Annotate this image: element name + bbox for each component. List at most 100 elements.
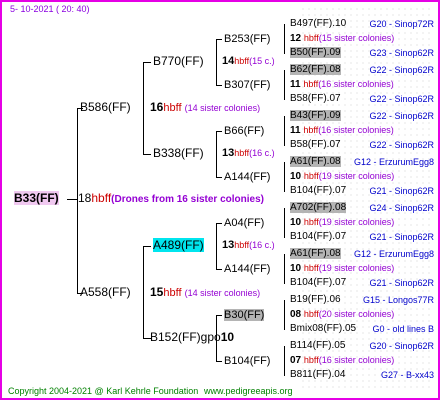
gen4-queen[interactable]: Bmix08(FF).05: [290, 322, 356, 335]
gen4-mating-num: 12: [290, 33, 304, 44]
b586-note: (14 sister colonies): [184, 103, 261, 113]
queen-b253[interactable]: B253(FF): [224, 33, 270, 46]
connector: [216, 177, 222, 178]
a558-note: (14 sister colonies): [184, 288, 261, 298]
connector: [216, 361, 222, 362]
gen4-info: G22 - Sinop62R: [369, 111, 434, 121]
gen4-info: G22 - Sinop62R: [369, 94, 434, 104]
gen4-queen-id: Bmix08(FF).05: [290, 323, 357, 334]
gen4-queen[interactable]: A61(FF).08: [290, 155, 341, 168]
queen-b30[interactable]: B30(FF): [224, 309, 265, 322]
footer-website[interactable]: www.pedigreeapis.org: [204, 385, 293, 398]
gen4-queen[interactable]: B104(FF).07: [290, 230, 346, 243]
queen-b307[interactable]: B307(FF): [224, 79, 270, 92]
gen4-mating-num: 08: [290, 309, 304, 320]
connector: [216, 131, 222, 132]
queen-a144-b[interactable]: A144(FF): [224, 263, 270, 276]
gen4-info: G21 - Sinop62R: [369, 278, 434, 288]
connector: [143, 62, 144, 154]
b152-num: 10: [220, 330, 235, 344]
queen-b152[interactable]: B152(FF)gpo10: [150, 331, 234, 344]
connector: [216, 39, 217, 85]
gen4-queen[interactable]: B104(FF).07: [290, 184, 346, 197]
gen4-mating: 10 hbff(19 sister colonies): [290, 216, 394, 229]
b152-id: B152(FF)gpo: [150, 330, 221, 344]
b586-num: 16: [150, 100, 164, 114]
root-queen[interactable]: B33(FF): [14, 191, 59, 205]
a489-note: (16 c.): [249, 240, 275, 250]
gen4-mating-hbff: hbff: [303, 217, 319, 227]
gen4-mating-num: 11: [290, 79, 304, 90]
root-id: B33(FF): [14, 191, 59, 205]
gen4-mating-num: 10: [290, 263, 304, 274]
gen4-queen-id: B58(FF).07: [290, 139, 341, 150]
connector: [143, 62, 151, 63]
connector: [216, 223, 222, 224]
root-note: (Drones from 16 sister colonies): [111, 194, 264, 205]
gen4-queen[interactable]: B811(FF).04: [290, 368, 345, 381]
connector: [284, 208, 285, 238]
b586-hbff: hbff: [163, 102, 182, 114]
gen4-queen[interactable]: B62(FF).08: [290, 63, 341, 76]
queen-b586[interactable]: B586(FF): [80, 101, 131, 114]
b770-mating: 14hbff(15 c.): [222, 55, 275, 68]
gen4-queen[interactable]: B114(FF).05: [290, 339, 345, 352]
gen4-queen[interactable]: B58(FF).07: [290, 92, 341, 105]
gen4-queen-id: B497(FF).10: [290, 18, 347, 29]
queen-a144-a[interactable]: A144(FF): [224, 171, 270, 184]
gen4-queen-id: B43(FF).09: [290, 110, 341, 121]
gen4-mating-note: (16 sister colonies): [318, 355, 395, 365]
gen4-queen-id: B62(FF).08: [290, 64, 341, 75]
gen4-mating-hbff: hbff: [303, 309, 319, 319]
connector: [143, 246, 151, 247]
connector: [284, 162, 285, 192]
gen4-mating: 12 hbff(15 sister colonies): [290, 32, 394, 45]
gen4-queen[interactable]: A61(FF).08: [290, 247, 341, 260]
gen4-mating-note: (19 sister colonies): [318, 263, 395, 273]
gen4-mating-note: (16 sister colonies): [318, 79, 394, 89]
a558-num: 15: [150, 285, 164, 299]
gen4-queen[interactable]: B50(FF).09: [290, 46, 341, 59]
a489-id: A489(FF): [153, 238, 204, 252]
queen-a489[interactable]: A489(FF): [153, 238, 204, 252]
gen4-mating-note: (19 sister colonies): [318, 171, 395, 181]
gen4-queen[interactable]: B104(FF).07: [290, 276, 346, 289]
b586-mating: 16hbff (14 sister colonies): [150, 101, 260, 115]
connector: [216, 39, 222, 40]
gen4-mating: 08 hbff(20 sister colonies): [290, 308, 394, 321]
gen4-info: G21 - Sinop62R: [369, 232, 434, 242]
gen4-queen-id: B58(FF).07: [290, 93, 341, 104]
b770-num: 14: [222, 55, 235, 67]
b338-note: (16 c.): [249, 148, 275, 158]
gen4-mating: 11 hbff(16 sister colonies): [290, 78, 394, 91]
queen-b338[interactable]: B338(FF): [153, 147, 204, 160]
queen-a558[interactable]: A558(FF): [80, 286, 131, 299]
gen4-queen[interactable]: A702(FF).08: [290, 201, 347, 214]
queen-a04[interactable]: A04(FF): [224, 217, 264, 230]
gen4-queen-id: A61(FF).08: [290, 156, 341, 167]
connector: [216, 223, 217, 269]
queen-b104[interactable]: B104(FF): [224, 355, 270, 368]
gen4-queen[interactable]: B58(FF).07: [290, 138, 341, 151]
connector: [284, 116, 285, 146]
queen-b66[interactable]: B66(FF): [224, 125, 264, 138]
queen-b770[interactable]: B770(FF): [153, 55, 204, 68]
gen4-info: G15 - Longos77R: [362, 295, 434, 305]
header-date: 5- 10-2021 ( 20: 40): [10, 4, 90, 14]
gen4-queen[interactable]: B19(FF).06: [290, 293, 341, 306]
root-hbff: hbff: [91, 191, 112, 205]
gen4-queen[interactable]: B43(FF).09: [290, 109, 341, 122]
connector: [143, 154, 151, 155]
footer-copyright: Copyright 2004-2021 @ Karl Kehrle Founda…: [8, 386, 199, 396]
root-mating: 18hbff(Drones from 16 sister colonies): [78, 192, 264, 206]
gen4-mating-hbff: hbff: [303, 125, 319, 135]
gen4-info: G0 - old lines B: [372, 324, 434, 334]
gen4-mating: 11 hbff(16 sister colonies): [290, 124, 394, 137]
gen4-mating-note: (15 sister colonies): [318, 33, 395, 43]
gen4-queen[interactable]: B497(FF).10: [290, 17, 346, 30]
gen4-info: G20 - Sinop62R: [369, 341, 434, 351]
connector: [284, 300, 285, 330]
gen4-mating-hbff: hbff: [303, 79, 319, 89]
gen4-queen-id: B114(FF).05: [290, 340, 346, 351]
connector: [284, 346, 285, 376]
